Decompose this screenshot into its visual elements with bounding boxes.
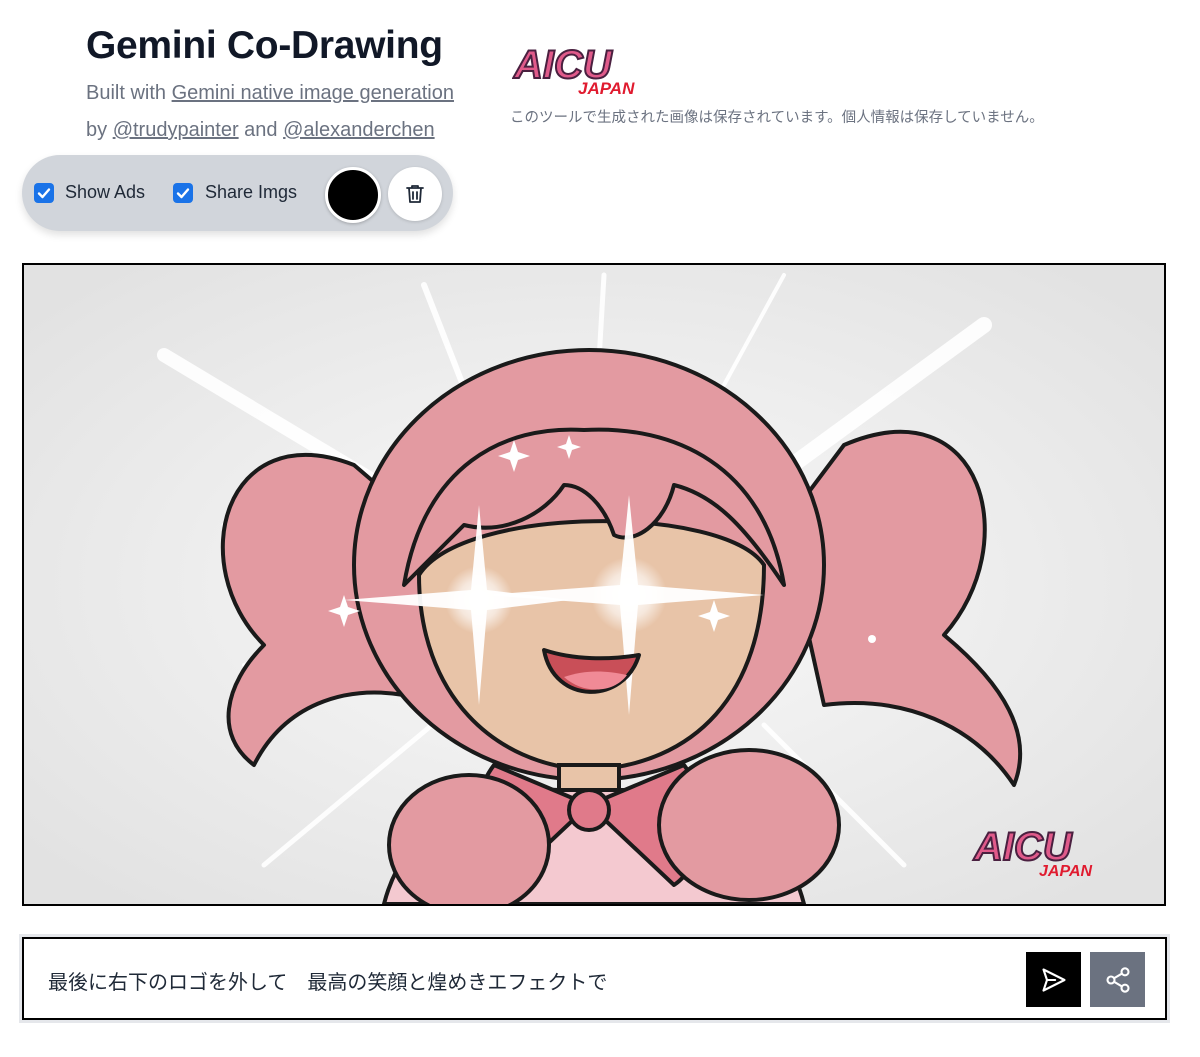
aicu-logo-sub: JAPAN [578,79,635,98]
share-icon [1105,966,1130,993]
header: Gemini Co-Drawing Built with Gemini nati… [86,22,454,145]
check-icon [37,188,51,199]
generated-illustration: AICU JAPAN [24,265,1164,904]
prompt-bar [22,937,1167,1020]
by-prefix: by [86,119,113,141]
toolbar: Show Ads Share Imgs [22,155,453,231]
drawing-canvas[interactable]: AICU JAPAN [22,263,1166,906]
page-title: Gemini Co-Drawing [86,24,443,67]
share-imgs-checkbox[interactable] [173,183,193,203]
show-ads-label[interactable]: Show Ads [65,182,145,203]
canvas-watermark-sub: JAPAN [1039,863,1092,880]
prompt-input[interactable] [46,961,1010,999]
and-text: and [238,119,284,141]
send-button[interactable] [1026,952,1081,1007]
authors-line: by @trudypainter and @alexanderchen [86,115,454,145]
trash-icon [406,185,424,203]
author-link-alexanderchen[interactable]: @alexanderchen [283,119,435,141]
check-icon [176,188,190,199]
show-ads-checkbox[interactable] [34,183,54,203]
send-icon [1041,967,1066,992]
share-imgs-label[interactable]: Share Imgs [205,182,297,203]
gemini-link[interactable]: Gemini native image generation [172,82,454,104]
built-with-line: Built with Gemini native image generatio… [86,78,454,108]
clear-canvas-button[interactable] [388,167,442,221]
built-with-prefix: Built with [86,82,172,104]
privacy-note: このツールで生成された画像は保存されています。個人情報は保存していません。 [510,110,1044,126]
aicu-logo[interactable]: AICU JAPAN [512,44,672,98]
pen-color-picker[interactable] [325,167,381,223]
author-link-trudypainter[interactable]: @trudypainter [113,119,239,141]
share-button[interactable] [1090,952,1145,1007]
